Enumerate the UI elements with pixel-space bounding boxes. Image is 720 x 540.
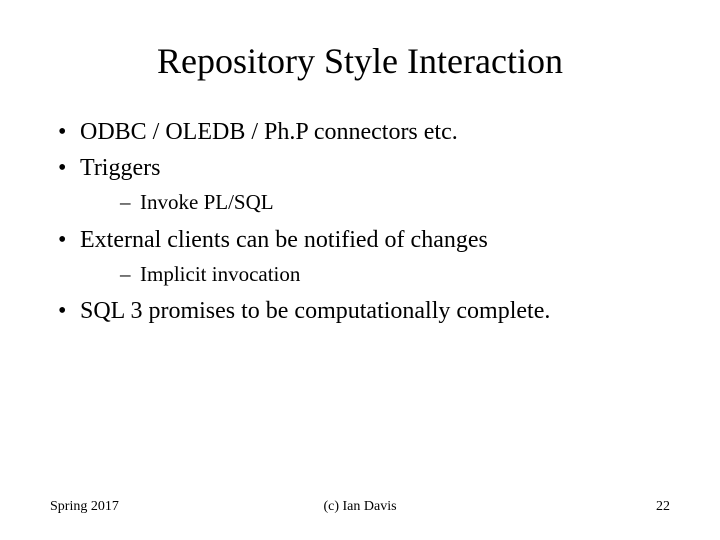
bullet-list: ODBC / OLEDB / Ph.P connectors etc. Trig… (50, 117, 670, 327)
bullet-item: SQL 3 promises to be computationally com… (50, 296, 670, 327)
dash-list: Implicit invocation (80, 261, 670, 288)
bullet-item: External clients can be notified of chan… (50, 225, 670, 288)
dash-item: Invoke PL/SQL (80, 189, 670, 216)
bullet-item: ODBC / OLEDB / Ph.P connectors etc. (50, 117, 670, 148)
dash-item: Implicit invocation (80, 261, 670, 288)
footer-page-number: 22 (463, 499, 670, 515)
footer-date: Spring 2017 (50, 499, 257, 515)
bullet-text: SQL 3 promises to be computationally com… (80, 298, 550, 324)
slide-footer: Spring 2017 (c) Ian Davis 22 (50, 499, 670, 515)
slide-content: ODBC / OLEDB / Ph.P connectors etc. Trig… (50, 117, 670, 327)
footer-copyright: (c) Ian Davis (257, 499, 464, 515)
slide-title: Repository Style Interaction (50, 40, 670, 82)
bullet-text: ODBC / OLEDB / Ph.P connectors etc. (80, 119, 458, 145)
bullet-item: Triggers Invoke PL/SQL (50, 153, 670, 216)
dash-list: Invoke PL/SQL (80, 189, 670, 216)
bullet-text: Triggers (80, 155, 160, 181)
bullet-text: External clients can be notified of chan… (80, 227, 488, 253)
